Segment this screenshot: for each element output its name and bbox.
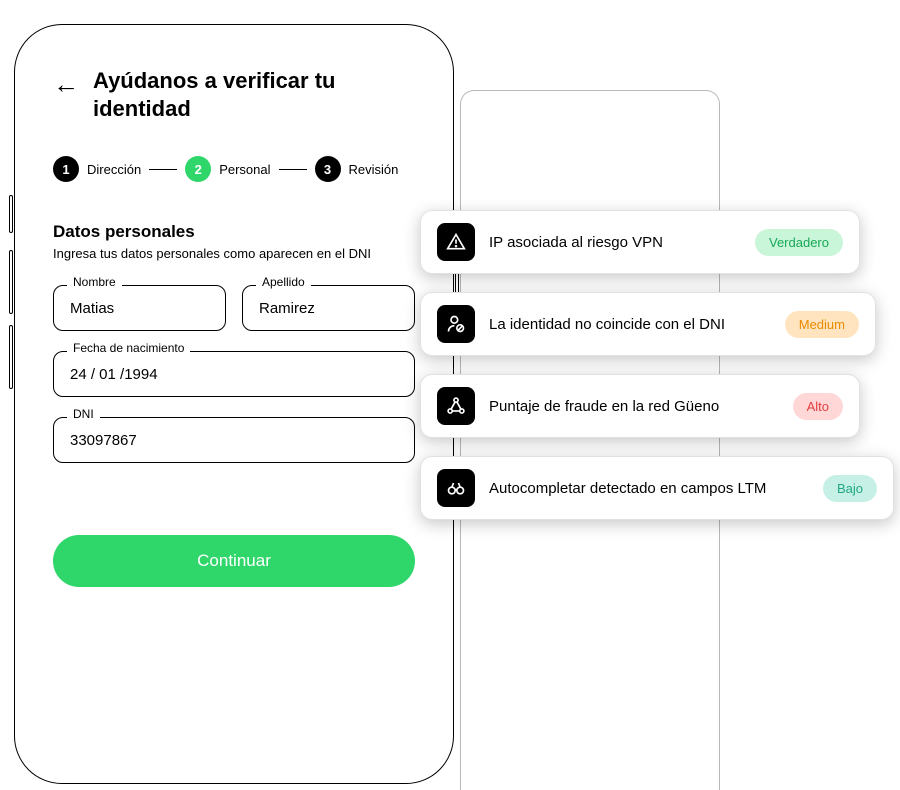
- risk-cards-list: IP asociada al riesgo VPN Verdadero La i…: [420, 210, 894, 520]
- step-circle-2: 2: [185, 156, 211, 182]
- risk-card: La identidad no coincide con el DNI Medi…: [420, 292, 876, 356]
- risk-card-title: Puntaje de fraude en la red Güeno: [489, 398, 779, 415]
- step-divider: [279, 169, 307, 170]
- step-divider: [149, 169, 177, 170]
- phone-side-button: [9, 195, 13, 233]
- field-nombre: Nombre: [53, 285, 226, 331]
- phone-frame: ← Ayúdanos a verificar tu identidad 1 Di…: [14, 24, 454, 784]
- risk-badge: Medium: [785, 311, 859, 338]
- field-label-apellido: Apellido: [256, 275, 311, 289]
- continue-button[interactable]: Continuar: [53, 535, 415, 587]
- field-label-nombre: Nombre: [67, 275, 122, 289]
- person-blocked-icon: [437, 305, 475, 343]
- fecha-input[interactable]: [53, 351, 415, 397]
- risk-badge: Alto: [793, 393, 843, 420]
- field-apellido: Apellido: [242, 285, 415, 331]
- phone-side-button: [9, 325, 13, 389]
- step-circle-1: 1: [53, 156, 79, 182]
- risk-card-title: IP asociada al riesgo VPN: [489, 234, 741, 251]
- step-label-revision: Revisión: [349, 162, 399, 177]
- network-icon: [437, 387, 475, 425]
- risk-badge: Verdadero: [755, 229, 843, 256]
- field-label-dni: DNI: [67, 407, 100, 421]
- phone-side-button: [9, 250, 13, 314]
- risk-card-title: La identidad no coincide con el DNI: [489, 316, 771, 333]
- step-label-direccion: Dirección: [87, 162, 141, 177]
- field-label-fecha: Fecha de nacimiento: [67, 341, 190, 355]
- alert-triangle-icon: [437, 223, 475, 261]
- field-dni: DNI: [53, 417, 415, 463]
- back-button[interactable]: ←: [53, 69, 79, 100]
- dni-input[interactable]: [53, 417, 415, 463]
- nombre-input[interactable]: [53, 285, 226, 331]
- risk-card: Autocompletar detectado en campos LTM Ba…: [420, 456, 894, 520]
- stepper: 1 Dirección 2 Personal 3 Revisión: [53, 156, 415, 182]
- step-circle-3: 3: [315, 156, 341, 182]
- risk-badge: Bajo: [823, 475, 877, 502]
- apellido-input[interactable]: [242, 285, 415, 331]
- step-label-personal: Personal: [219, 162, 270, 177]
- section-title: Datos personales: [53, 222, 415, 242]
- risk-card: Puntaje de fraude en la red Güeno Alto: [420, 374, 860, 438]
- binoculars-icon: [437, 469, 475, 507]
- page-title: Ayúdanos a verificar tu identidad: [93, 67, 415, 122]
- section-desc: Ingresa tus datos personales como aparec…: [53, 246, 415, 261]
- risk-card: IP asociada al riesgo VPN Verdadero: [420, 210, 860, 274]
- field-fecha: Fecha de nacimiento: [53, 351, 415, 397]
- risk-card-title: Autocompletar detectado en campos LTM: [489, 480, 809, 497]
